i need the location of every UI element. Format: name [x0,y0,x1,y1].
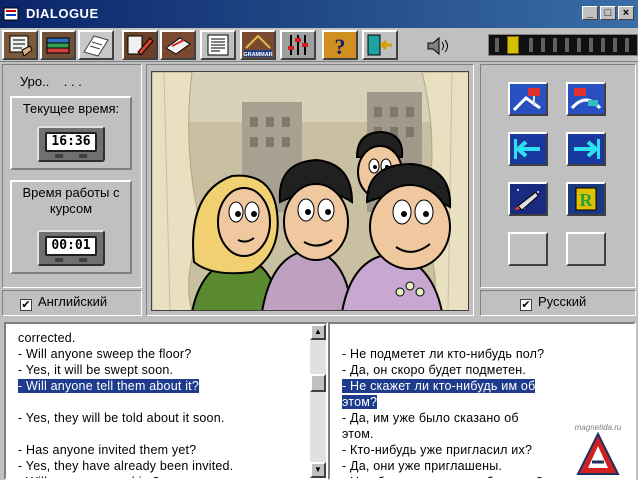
russian-line: этом? [330,394,630,410]
russian-line-text: - Да, он скоро будет подметен. [342,363,527,377]
grammar-label: GRAMMAR [243,52,272,58]
english-line: - Will anyone tell them about it? [6,378,312,394]
russian-line-text: этом? [342,395,378,409]
english-line: - Yes, they have already been invited. [6,458,312,474]
arrow-left-icon[interactable] [508,132,548,166]
speaker-icon[interactable] [425,36,453,56]
english-line: - Yes, they will be told about it soon. [6,410,312,426]
scroll-up-arrow-icon[interactable]: ▲ [310,324,326,340]
english-line: - Will anyone serve him? [6,474,312,478]
arrow-right-icon[interactable] [566,132,606,166]
course-time-value: 00:01 [45,236,97,256]
pencil-icon[interactable] [122,30,158,60]
english-checkbox-mark[interactable]: ✔ [20,299,32,311]
lesson-label: Уро.. . . . [20,74,82,89]
russian-checkbox-label: Русский [538,294,587,309]
english-line [6,394,312,410]
russian-line-text: - Не скажет ли кто-нибудь им об [342,379,536,393]
app-icon [3,7,19,21]
english-line-text: - Yes, they have already been invited. [18,459,234,473]
books-icon[interactable] [40,30,76,60]
empty-button-right[interactable] [566,232,606,266]
road-sign-alt-icon[interactable] [566,82,606,116]
svg-text:magnetida.ru: magnetida.ru [575,423,622,432]
english-checkbox-label: Английский [38,294,108,309]
letter-r-icon[interactable]: R [566,182,606,216]
course-time-clock: 00:01 [37,230,105,266]
current-time-clock: 16:36 [37,126,105,162]
russian-line [330,330,630,346]
title-bar: DIALOGUE _ □ × [0,0,638,28]
english-checkbox[interactable]: ✔ Английский [20,291,107,315]
english-line [6,426,312,442]
scroll-thumb[interactable] [310,374,326,392]
sliders-icon[interactable] [280,30,316,60]
russian-checkbox[interactable]: ✔ Русский [520,291,586,315]
russian-line-text: - Не обслужит ли кто-нибудь его? [342,475,543,478]
volume-slider[interactable] [488,34,638,56]
english-text-pane[interactable]: corrected. - Will anyone sweep the floor?… [4,322,328,480]
door-exit-icon[interactable] [362,30,398,60]
english-line: - Yes, it will be swept soon. [6,362,312,378]
english-line-text: - Will anyone serve him? [18,475,160,478]
maximize-button[interactable]: □ [600,6,616,20]
scroll-down-arrow-icon[interactable]: ▼ [310,462,326,478]
english-line-text: - Yes, they will be told about it soon. [18,411,225,425]
russian-line: - Не подметет ли кто-нибудь пол? [330,346,630,362]
russian-line-text: этом. [342,427,374,441]
dialogue-illustration [151,71,469,311]
russian-line: - Не скажет ли кто-нибудь им об [330,378,630,394]
svg-text:?: ? [335,34,346,58]
english-scrollbar[interactable]: ▲ ▼ [310,324,326,478]
english-line-text: - Has anyone invited them yet? [18,443,197,457]
course-time-label: Время работы с курсом [22,185,120,216]
russian-line: - Да, он скоро будет подметен. [330,362,630,378]
current-time-label: Текущее время: [22,101,120,116]
english-line-text: corrected. [18,331,76,345]
russian-line-text: - Не подметет ли кто-нибудь пол? [342,347,545,361]
grammar-icon[interactable]: GRAMMAR [240,30,276,60]
english-line: - Will anyone sweep the floor? [6,346,312,362]
english-line-text: - Will anyone tell them about it? [18,379,199,393]
document-hand-icon[interactable] [2,30,38,60]
russian-checkbox-mark[interactable]: ✔ [520,299,532,311]
pages-icon[interactable] [78,30,114,60]
current-time-value: 16:36 [45,132,97,152]
russian-line-text: - Да, им уже было сказано об [342,411,519,425]
english-text-lines: corrected. - Will anyone sweep the floor?… [6,330,312,478]
course-time-group: Время работы с курсом 00:01 [10,180,132,274]
right-panel [480,64,636,288]
notebook-icon[interactable] [160,30,196,60]
minimize-button[interactable]: _ [582,6,598,20]
rocket-icon[interactable] [508,182,548,216]
road-sign-icon[interactable] [508,82,548,116]
text-page-icon[interactable] [200,30,236,60]
window-title: DIALOGUE [26,6,99,21]
russian-line-text: - Да, они уже приглашены. [342,459,503,473]
english-line: - Has anyone invited them yet? [6,442,312,458]
current-time-group: Текущее время: 16:36 [10,96,132,170]
question-icon[interactable]: ? [322,30,358,60]
empty-button-left[interactable] [508,232,548,266]
english-line-text: - Yes, it will be swept soon. [18,363,174,377]
watermark-logo: magnetida.ru [575,423,622,475]
russian-line-text: - Кто-нибудь уже пригласил их? [342,443,533,457]
english-line-text: - Will anyone sweep the floor? [18,347,192,361]
russian-text-pane[interactable]: - Не подметет ли кто-нибудь пол? - Да, он… [328,322,636,480]
close-button[interactable]: × [618,6,634,20]
letter-r-label: R [580,190,594,210]
volume-knob[interactable] [507,36,519,54]
english-line: corrected. [6,330,312,346]
